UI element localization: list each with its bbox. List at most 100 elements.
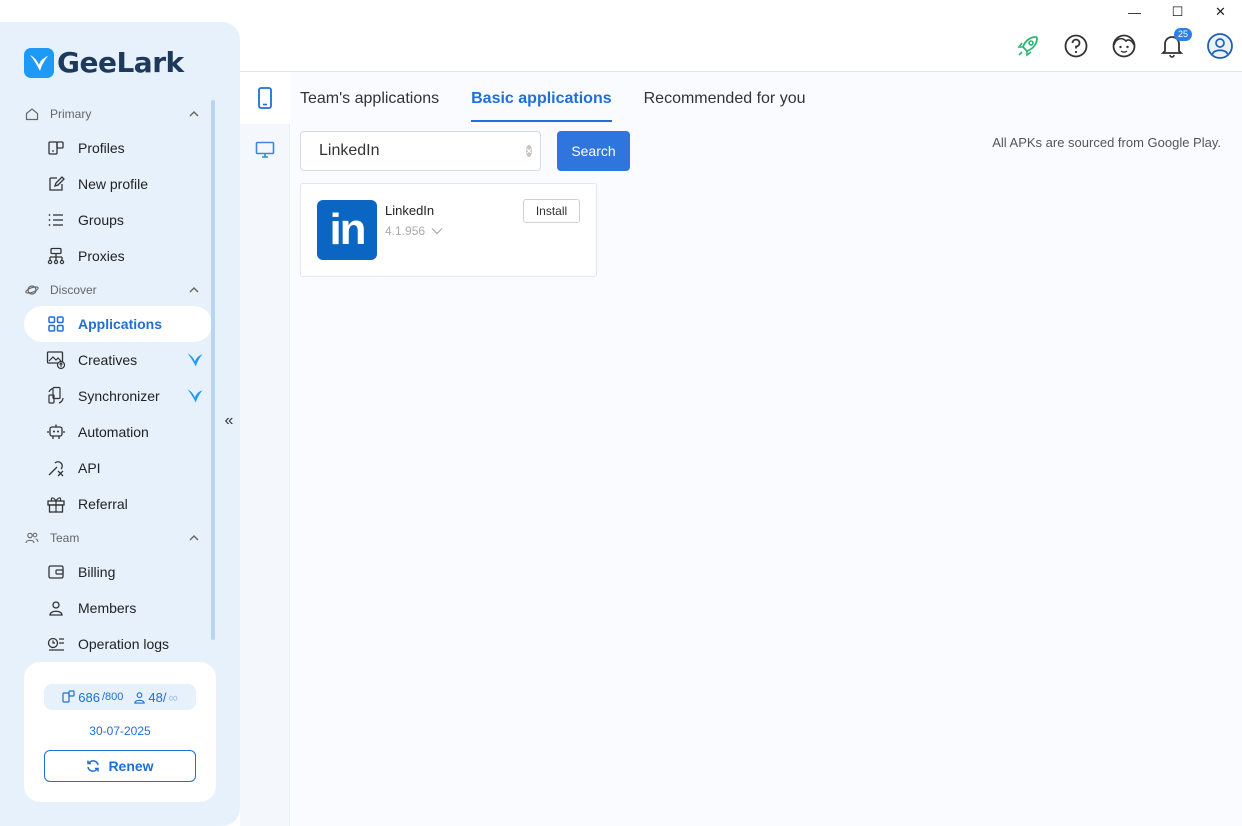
device-type-tabs (240, 72, 290, 826)
collapse-sidebar-button[interactable]: « (221, 412, 237, 430)
rocket-button[interactable] (1014, 32, 1042, 60)
sidebar-item-api[interactable]: API (0, 450, 212, 486)
team-icon (24, 530, 40, 546)
sidebar-item-groups[interactable]: Groups (0, 202, 212, 238)
chevron-down-icon (431, 228, 443, 235)
sidebar-nav: Primary Profiles New profile Groups Prox… (0, 98, 240, 662)
tab-desktop[interactable] (240, 124, 290, 176)
device-icon (62, 690, 75, 703)
notification-count-badge: 25 (1173, 28, 1192, 41)
section-label: Team (50, 531, 80, 545)
window-controls: — ☐ ✕ (1113, 0, 1242, 24)
expiry-date: 30-07-2025 (89, 724, 151, 738)
tab-recommended[interactable]: Recommended for you (644, 86, 806, 122)
app-version: 4.1.956 (385, 224, 426, 238)
tab-team-applications[interactable]: Team's applications (300, 86, 439, 122)
header-actions: 25 (1014, 28, 1234, 60)
network-icon (46, 246, 66, 266)
home-icon (24, 106, 40, 122)
logo-text: in (329, 205, 366, 254)
sync-devices-icon (46, 386, 66, 406)
planet-icon (24, 282, 40, 298)
sidebar-item-label: Operation logs (78, 636, 170, 652)
sidebar-item-profiles[interactable]: Profiles (0, 130, 212, 166)
app-tabs: Team's applications Basic applications R… (300, 86, 805, 122)
geelark-bird-icon (24, 47, 54, 78)
sidebar-item-label: Proxies (78, 248, 125, 264)
sidebar-item-label: New profile (78, 176, 149, 192)
sidebar-item-new-profile[interactable]: New profile (0, 166, 212, 202)
install-button[interactable]: Install (523, 199, 580, 223)
usage-pill: 686/800 48/∞ (44, 684, 196, 710)
chevron-up-icon[interactable] (188, 532, 200, 544)
close-button[interactable]: ✕ (1199, 0, 1242, 24)
support-agent-icon (1112, 34, 1136, 58)
app-name: LinkedIn (385, 203, 435, 218)
search-field[interactable] (300, 131, 541, 171)
profiles-total: /800 (101, 691, 124, 703)
main-content: Team's applications Basic applications R… (291, 72, 1242, 826)
maximize-button[interactable]: ☐ (1156, 0, 1199, 24)
chevron-up-icon[interactable] (188, 108, 200, 120)
avatar-icon (1207, 33, 1233, 59)
image-upload-icon (46, 350, 66, 370)
profiles-icon (46, 138, 66, 158)
sidebar-item-applications[interactable]: Applications (24, 306, 212, 342)
clear-search-icon[interactable] (526, 145, 532, 157)
search-input[interactable] (319, 142, 526, 160)
sidebar-item-members[interactable]: Members (0, 590, 212, 626)
desktop-icon (255, 141, 275, 158)
linkedin-logo: in (317, 200, 377, 260)
profile-usage: 686/800 (62, 690, 123, 705)
renew-label: Renew (108, 758, 154, 774)
account-button[interactable] (1206, 32, 1234, 60)
sidebar-scrollbar[interactable] (211, 100, 215, 640)
grid-apps-icon (46, 314, 66, 334)
section-team[interactable]: Team (0, 522, 240, 554)
tab-mobile[interactable] (240, 72, 290, 124)
sidebar: GeeLark Primary Profiles New profile Gro… (0, 22, 240, 826)
section-label: Discover (50, 283, 97, 297)
edit-icon (46, 174, 66, 194)
chevron-up-icon[interactable] (188, 284, 200, 296)
search-button[interactable]: Search (557, 131, 630, 171)
sidebar-item-operation-logs[interactable]: Operation logs (0, 626, 212, 662)
sidebar-item-label: Creatives (78, 352, 138, 368)
help-icon (1064, 34, 1088, 58)
user-icon (134, 691, 146, 704)
section-label: Primary (50, 107, 92, 121)
robot-icon (46, 422, 66, 442)
profiles-used: 686 (78, 689, 100, 705)
source-note: All APKs are sourced from Google Play. (992, 135, 1221, 150)
brand-logo[interactable]: GeeLark (24, 46, 184, 79)
help-button[interactable] (1062, 32, 1090, 60)
list-icon (46, 210, 66, 230)
sidebar-item-automation[interactable]: Automation (0, 414, 212, 450)
sidebar-item-label: Billing (78, 564, 116, 580)
sidebar-item-referral[interactable]: Referral (0, 486, 212, 522)
plan-card: 686/800 48/∞ 30-07-2025 Renew (24, 662, 216, 802)
sidebar-item-label: Synchronizer (78, 388, 160, 404)
minimize-button[interactable]: — (1113, 0, 1156, 24)
rocket-icon (1017, 36, 1038, 57)
sidebar-item-creatives[interactable]: Creatives (0, 342, 212, 378)
renew-button[interactable]: Renew (44, 750, 196, 782)
wallet-icon (46, 562, 66, 582)
sidebar-item-label: Automation (78, 424, 149, 440)
sidebar-item-proxies[interactable]: Proxies (0, 238, 212, 274)
mobile-icon (258, 87, 272, 109)
sidebar-item-label: Members (78, 600, 137, 616)
tab-basic-applications[interactable]: Basic applications (471, 86, 612, 122)
sidebar-item-synchronizer[interactable]: Synchronizer (0, 378, 212, 414)
notifications-button[interactable]: 25 (1158, 28, 1192, 60)
sidebar-item-label: Groups (78, 212, 124, 228)
sidebar-item-label: Profiles (78, 140, 125, 156)
member-usage: 48/∞ (133, 690, 178, 705)
sidebar-item-billing[interactable]: Billing (0, 554, 212, 590)
refresh-icon (87, 760, 100, 772)
app-card: in LinkedIn 4.1.956 Install (300, 183, 597, 277)
section-primary[interactable]: Primary (0, 98, 240, 130)
section-discover[interactable]: Discover (0, 274, 240, 306)
app-version-select[interactable]: 4.1.956 (385, 224, 443, 238)
support-button[interactable] (1110, 32, 1138, 60)
